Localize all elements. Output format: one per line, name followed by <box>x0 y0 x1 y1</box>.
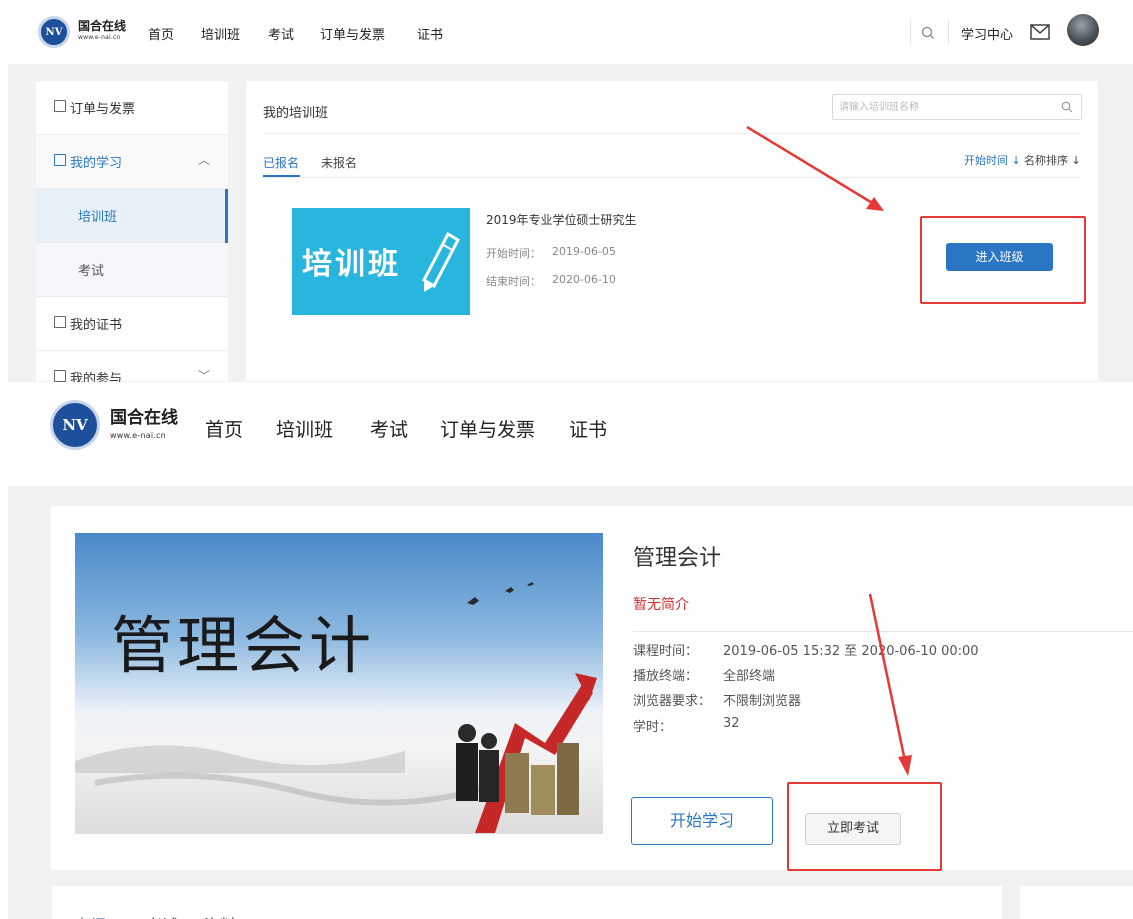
learning-center-link[interactable]: 学习中心 <box>961 24 1013 43</box>
nav-exam[interactable]: 考试 <box>268 24 294 43</box>
nav-training[interactable]: 培训班 <box>201 24 240 43</box>
nav-training[interactable]: 培训班 <box>276 415 333 442</box>
nav-home[interactable]: 首页 <box>205 415 243 442</box>
nav-home[interactable]: 首页 <box>148 24 174 43</box>
bottom-header: NV 国合在线 www.e-nai.cn 首页 培训班 考试 订单与发票 证书 <box>0 382 1133 486</box>
header-divider <box>910 20 911 44</box>
brand-name: 国合在线 <box>110 408 178 428</box>
nav-certificates[interactable]: 证书 <box>569 415 607 442</box>
top-header: NV 国合在线 www.e-nai.cn 首页 培训班 考试 订单与发票 证书 … <box>0 0 1133 64</box>
nav-orders[interactable]: 订单与发票 <box>440 415 535 442</box>
nav-orders[interactable]: 订单与发票 <box>320 24 385 43</box>
brand-url: www.e-nai.cn <box>78 34 121 41</box>
nav-certificates[interactable]: 证书 <box>417 24 443 43</box>
nav-exam[interactable]: 考试 <box>370 415 408 442</box>
brand-url: www.e-nai.cn <box>110 431 166 440</box>
mail-icon[interactable] <box>1030 24 1050 40</box>
search-icon[interactable] <box>921 26 935 40</box>
annotation-arrow <box>868 593 912 776</box>
avatar[interactable] <box>1067 14 1099 46</box>
header-divider <box>948 20 949 44</box>
annotation-arrow <box>746 125 884 211</box>
brand-name: 国合在线 <box>78 19 127 33</box>
bottom-page-body: 管理会计 管理会计 暂无简介 课程时间： 2019-06-05 15:32 至 … <box>8 486 1133 919</box>
top-page-body: 订单与发票 我的学习 ︿ 培训班 考试 我的证书 我的参与 ﹀ 我的培训班 请输… <box>8 64 1133 382</box>
logo-icon[interactable]: NV <box>38 16 70 48</box>
logo-icon[interactable]: NV <box>50 400 100 450</box>
